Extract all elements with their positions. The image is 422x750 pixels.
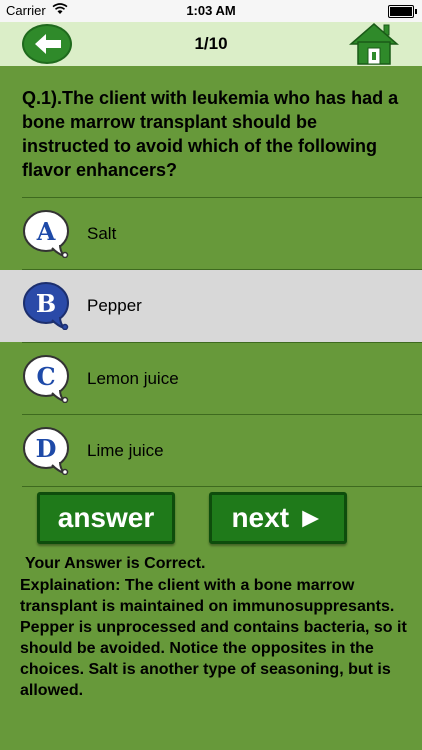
option-label: Salt [87, 224, 117, 243]
letter-a-bubble-icon: A [23, 210, 69, 258]
letter-d-bubble-icon: D [23, 427, 69, 475]
result-status: Your Answer is Correct. [25, 555, 206, 572]
next-button[interactable]: next ► [209, 492, 347, 544]
divider [22, 486, 422, 487]
question-text: Q.1).The client with leukemia who has ha… [22, 88, 399, 180]
option-c[interactable]: C Lemon juice [0, 343, 422, 415]
svg-text:D: D [36, 434, 57, 463]
status-time: 1:03 AM [186, 3, 236, 18]
option-label: Lime juice [87, 441, 164, 460]
letter-c-bubble-icon: C [23, 355, 69, 403]
svg-text:B: B [36, 289, 56, 318]
explanation-text: Explaination: The client with a bone mar… [20, 577, 407, 699]
home-icon [348, 23, 400, 65]
option-label: Lemon juice [87, 369, 179, 388]
option-b[interactable]: B Pepper [0, 270, 422, 342]
answer-button[interactable]: answer [37, 492, 175, 544]
svg-text:A: A [36, 217, 56, 246]
option-d[interactable]: D Lime juice [0, 415, 422, 487]
option-a[interactable]: A Salt [0, 198, 422, 270]
status-bar: Carrier 1:03 AM [0, 0, 422, 22]
battery-icon [388, 5, 417, 18]
home-button[interactable] [348, 22, 400, 66]
letter-b-bubble-icon: B [23, 282, 69, 330]
header-bar: 1/10 [0, 22, 422, 66]
svg-text:C: C [36, 362, 55, 391]
option-label: Pepper [87, 296, 142, 315]
